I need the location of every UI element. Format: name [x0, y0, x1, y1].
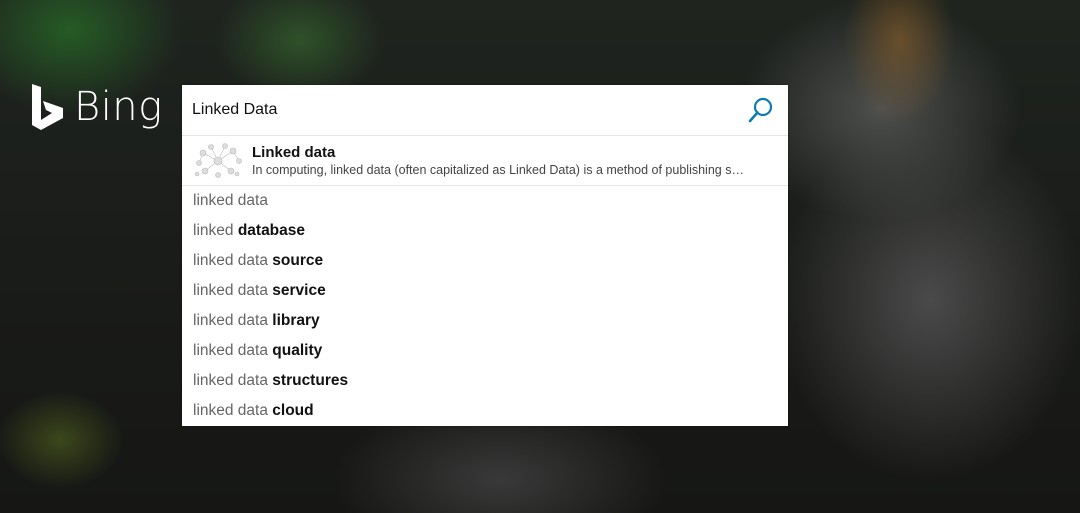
suggestion-prefix: linked data: [193, 282, 273, 299]
suggestion-prefix: linked data: [193, 372, 273, 389]
suggestion-item[interactable]: linked data cloud: [182, 396, 788, 426]
suggestion-completion: source: [272, 252, 324, 269]
linked-data-graph-thumbnail: [193, 140, 243, 181]
bing-logo[interactable]: Bing: [30, 82, 163, 132]
entity-description: In computing, linked data (often capital…: [252, 162, 744, 177]
bing-logo-icon: [32, 84, 63, 130]
suggestion-completion: library: [272, 312, 320, 329]
suggestion-item[interactable]: linked data library: [182, 306, 788, 336]
search-box: [182, 85, 788, 136]
suggestion-item[interactable]: linked data source: [182, 246, 788, 276]
suggestion-item[interactable]: linked database: [182, 216, 788, 246]
suggestion-completion: structures: [272, 372, 349, 389]
entity-suggestion[interactable]: Linked data In computing, linked data (o…: [182, 136, 788, 186]
suggestion-item[interactable]: linked data quality: [182, 336, 788, 366]
search-icon: [748, 97, 773, 123]
bing-logo-text: Bing: [74, 84, 163, 130]
search-panel: Linked data In computing, linked data (o…: [182, 85, 788, 426]
suggestion-prefix: linked data: [193, 402, 273, 419]
suggestion-list: linked data linked database linked data …: [182, 186, 788, 426]
entity-title: Linked data: [252, 143, 336, 161]
suggestion-prefix: linked data: [193, 192, 268, 209]
suggestion-prefix: linked data: [193, 312, 273, 329]
suggestion-item[interactable]: linked data service: [182, 276, 788, 306]
suggestion-completion: quality: [272, 342, 323, 359]
suggestion-completion: cloud: [272, 402, 314, 419]
suggestion-prefix: linked data: [193, 252, 273, 269]
search-button[interactable]: [746, 95, 778, 125]
suggestion-item[interactable]: linked data: [182, 186, 788, 216]
suggestion-completion: service: [272, 282, 326, 299]
suggestion-completion: database: [237, 222, 306, 239]
suggestion-prefix: linked: [193, 222, 238, 239]
entity-text: Linked data In computing, linked data (o…: [252, 144, 772, 178]
suggestion-prefix: linked data: [193, 342, 273, 359]
search-input[interactable]: [182, 85, 722, 135]
suggestion-item[interactable]: linked data structures: [182, 366, 788, 396]
